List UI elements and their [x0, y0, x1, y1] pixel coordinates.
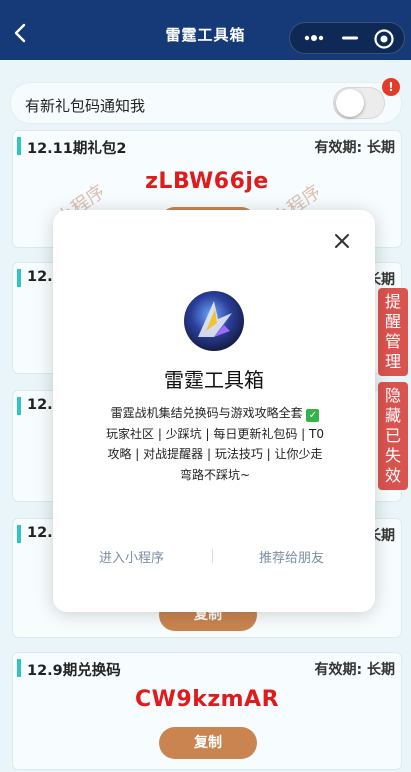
nav-bar: 雷霆工具箱 — [0, 0, 411, 60]
toggle-knob — [336, 89, 364, 117]
desc-rest: 玩家社区 | 少踩坑 | 每日更新礼包码 | T0攻略 | 对战提醒器 | 玩法… — [106, 426, 324, 482]
notify-row: 有新礼包码通知我 — [10, 82, 402, 124]
app-logo — [184, 291, 244, 351]
card-title: 12.11期礼包2 — [27, 141, 127, 157]
app-profile-modal: 雷霆工具箱 雷霆战机集结兑换码与游戏攻略全套 ✓ 玩家社区 | 少踩坑 | 每日… — [53, 210, 375, 612]
gift-code[interactable]: CW9kzmAR — [13, 687, 401, 712]
gift-card: 12.9期兑换码 有效期: 长期 CW9kzmAR 复制 — [12, 652, 402, 770]
more-dots-icon[interactable] — [302, 29, 326, 47]
alert-badge: ! — [382, 78, 400, 96]
gift-code[interactable]: zLBW66je — [13, 169, 401, 194]
accent-bar — [17, 525, 21, 543]
card-validity: 有效期: 长期 — [314, 140, 395, 156]
accent-bar — [17, 137, 21, 155]
notify-label: 有新礼包码通知我 — [25, 97, 146, 115]
accent-bar — [17, 269, 21, 287]
jet-icon — [198, 301, 232, 337]
desc-line: 雷霆战机集结兑换码与游戏攻略全套 — [110, 406, 303, 420]
copy-button[interactable]: 复制 — [159, 727, 257, 759]
enter-miniapp-link[interactable]: 进入小程序 — [99, 547, 164, 566]
card-title: 12.9期兑换码 — [27, 663, 121, 679]
accent-bar — [17, 397, 21, 415]
accent-bar — [17, 659, 21, 677]
miniapp-capsule — [289, 22, 405, 54]
app-description: 雷霆战机集结兑换码与游戏攻略全套 ✓ 玩家社区 | 少踩坑 | 每日更新礼包码 … — [103, 403, 327, 485]
divider — [212, 549, 213, 563]
share-friend-link[interactable]: 推荐给朋友 — [259, 547, 324, 566]
remind-manage-button[interactable]: 提醒管理 — [378, 288, 408, 376]
minimize-icon[interactable] — [338, 29, 362, 47]
close-icon[interactable] — [331, 230, 353, 252]
hide-expired-button[interactable]: 隐藏已失效 — [378, 382, 408, 490]
card-validity: 有效期: 长期 — [314, 662, 395, 678]
app-name: 雷霆工具箱 — [164, 368, 264, 392]
close-miniapp-icon[interactable] — [372, 27, 396, 51]
notify-toggle[interactable] — [333, 87, 385, 119]
checkmark-icon: ✓ — [306, 409, 320, 422]
